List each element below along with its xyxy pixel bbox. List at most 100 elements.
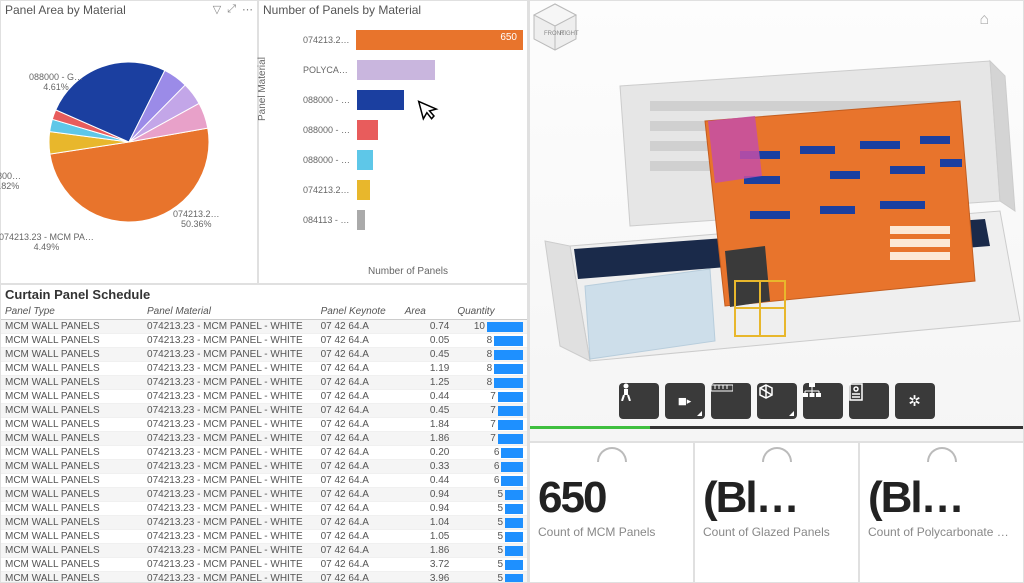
table-cell: 0.20: [401, 446, 454, 460]
table-cell: 07 42 64.A: [317, 488, 401, 502]
kpi-card[interactable]: (Bl…Count of Polycarbonate …: [859, 442, 1024, 583]
quantity-cell: 8: [453, 348, 527, 362]
quantity-cell: 7: [453, 404, 527, 418]
bar-row[interactable]: 074213.23 …650: [303, 27, 523, 53]
bar-title: Number of Panels by Material: [263, 3, 523, 17]
table-cell: 3.72: [401, 558, 454, 572]
pie-chart-panel: Panel Area by Material ▽ ⤢ ⋯ 074213.2…50…: [0, 0, 258, 284]
quantity-cell: 5: [453, 502, 527, 516]
table-cell: 07 42 64.A: [317, 572, 401, 583]
table-cell: 074213.23 - MCM PANEL - WHITE: [143, 418, 317, 432]
table-cell: 0.33: [401, 460, 454, 474]
table-cell: 1.86: [401, 544, 454, 558]
kpi-value: (Bl…: [703, 473, 850, 523]
viewer-toolbar: ■▸ ✲: [619, 383, 935, 419]
walk-tool[interactable]: [619, 383, 659, 419]
bar-rect[interactable]: [357, 60, 435, 80]
table-cell: MCM WALL PANELS: [1, 544, 143, 558]
bar-chart[interactable]: 074213.23 …650POLYCARB…088000 - G…088000…: [303, 27, 523, 262]
gauge-icon: [762, 447, 792, 462]
table-cell: 07 42 64.A: [317, 558, 401, 572]
table-cell: 0.94: [401, 502, 454, 516]
column-header[interactable]: Panel Material: [143, 304, 317, 320]
bar-category: 074213.23 …: [303, 35, 356, 45]
table-row[interactable]: MCM WALL PANELS074213.23 - MCM PANEL - W…: [1, 376, 527, 390]
table-row[interactable]: MCM WALL PANELS074213.23 - MCM PANEL - W…: [1, 348, 527, 362]
column-header[interactable]: Panel Type: [1, 304, 143, 320]
table-cell: MCM WALL PANELS: [1, 446, 143, 460]
table-row[interactable]: MCM WALL PANELS074213.23 - MCM PANEL - W…: [1, 488, 527, 502]
table-cell: 07 42 64.A: [317, 516, 401, 530]
bar-row[interactable]: 074213.23 …: [303, 177, 523, 203]
table-row[interactable]: MCM WALL PANELS074213.23 - MCM PANEL - W…: [1, 446, 527, 460]
table-row[interactable]: MCM WALL PANELS074213.23 - MCM PANEL - W…: [1, 460, 527, 474]
focus-icon[interactable]: ⤢: [227, 3, 236, 16]
table-cell: 07 42 64.A: [317, 320, 401, 334]
table-row[interactable]: MCM WALL PANELS074213.23 - MCM PANEL - W…: [1, 558, 527, 572]
kpi-card[interactable]: (Bl…Count of Glazed Panels: [694, 442, 859, 583]
table-row[interactable]: MCM WALL PANELS074213.23 - MCM PANEL - W…: [1, 572, 527, 583]
gauge-icon: [927, 447, 957, 462]
table-cell: 074213.23 - MCM PANEL - WHITE: [143, 348, 317, 362]
table-cell: 07 42 64.A: [317, 334, 401, 348]
bar-rect[interactable]: [357, 180, 370, 200]
table-row[interactable]: MCM WALL PANELS074213.23 - MCM PANEL - W…: [1, 390, 527, 404]
table-row[interactable]: MCM WALL PANELS074213.23 - MCM PANEL - W…: [1, 362, 527, 376]
table-row[interactable]: MCM WALL PANELS074213.23 - MCM PANEL - W…: [1, 334, 527, 348]
table-row[interactable]: MCM WALL PANELS074213.23 - MCM PANEL - W…: [1, 432, 527, 446]
model-viewer[interactable]: ⌂ FRONT RIGHT: [529, 0, 1024, 442]
table-cell: MCM WALL PANELS: [1, 418, 143, 432]
bar-rect[interactable]: [357, 210, 365, 230]
table-cell: MCM WALL PANELS: [1, 502, 143, 516]
bar-row[interactable]: 088000 - G…: [303, 87, 523, 113]
camera-tool[interactable]: ■▸: [665, 383, 705, 419]
quantity-cell: 5: [453, 558, 527, 572]
column-header[interactable]: Area: [401, 304, 454, 320]
table-cell: 074213.23 - MCM PANEL - WHITE: [143, 334, 317, 348]
table-cell: 074213.23 - MCM PANEL - WHITE: [143, 558, 317, 572]
settings-tool[interactable]: ✲: [895, 383, 935, 419]
table-cell: 074213.23 - MCM PANEL - WHITE: [143, 530, 317, 544]
table-row[interactable]: MCM WALL PANELS074213.23 - MCM PANEL - W…: [1, 516, 527, 530]
table-cell: 074213.23 - MCM PANEL - WHITE: [143, 362, 317, 376]
table-row[interactable]: MCM WALL PANELS074213.23 - MCM PANEL - W…: [1, 418, 527, 432]
bar-row[interactable]: 088000 - G…: [303, 147, 523, 173]
table-row[interactable]: MCM WALL PANELS074213.23 - MCM PANEL - W…: [1, 320, 527, 334]
explode-tool[interactable]: [757, 383, 797, 419]
quantity-cell: 5: [453, 572, 527, 583]
model-tree-tool[interactable]: [803, 383, 843, 419]
more-icon[interactable]: ⋯: [242, 3, 253, 16]
table-row[interactable]: MCM WALL PANELS074213.23 - MCM PANEL - W…: [1, 404, 527, 418]
bar-rect[interactable]: [357, 120, 378, 140]
table-cell: 07 42 64.A: [317, 418, 401, 432]
column-header[interactable]: Quantity: [453, 304, 527, 320]
table-cell: 0.74: [401, 320, 454, 334]
column-header[interactable]: Panel Keynote: [317, 304, 401, 320]
bar-row[interactable]: 088000 - F…: [303, 117, 523, 143]
table-cell: MCM WALL PANELS: [1, 516, 143, 530]
schedule-table[interactable]: Panel TypePanel MaterialPanel KeynoteAre…: [1, 304, 527, 583]
table-row[interactable]: MCM WALL PANELS074213.23 - MCM PANEL - W…: [1, 502, 527, 516]
table-cell: MCM WALL PANELS: [1, 376, 143, 390]
table-row[interactable]: MCM WALL PANELS074213.23 - MCM PANEL - W…: [1, 474, 527, 488]
bar-rect[interactable]: 650: [356, 30, 523, 50]
quantity-cell: 5: [453, 544, 527, 558]
table-row[interactable]: MCM WALL PANELS074213.23 - MCM PANEL - W…: [1, 530, 527, 544]
table-cell: 1.04: [401, 516, 454, 530]
bar-row[interactable]: 084113 - S…: [303, 207, 523, 233]
kpi-card[interactable]: 650Count of MCM Panels: [529, 442, 694, 583]
kpi-row: 650Count of MCM Panels(Bl…Count of Glaze…: [529, 442, 1024, 583]
bar-rect[interactable]: [357, 90, 404, 110]
measure-tool[interactable]: [711, 383, 751, 419]
bar-rect[interactable]: [357, 150, 373, 170]
kpi-value: 650: [538, 473, 685, 523]
bar-row[interactable]: POLYCARB…: [303, 57, 523, 83]
table-cell: 07 42 64.A: [317, 530, 401, 544]
quantity-cell: 6: [453, 474, 527, 488]
table-cell: 074213.23 - MCM PANEL - WHITE: [143, 390, 317, 404]
properties-tool[interactable]: [849, 383, 889, 419]
filter-icon[interactable]: ▽: [213, 3, 221, 16]
pie-label: 088000 - G…4.61%: [29, 73, 83, 93]
table-cell: MCM WALL PANELS: [1, 320, 143, 334]
table-row[interactable]: MCM WALL PANELS074213.23 - MCM PANEL - W…: [1, 544, 527, 558]
